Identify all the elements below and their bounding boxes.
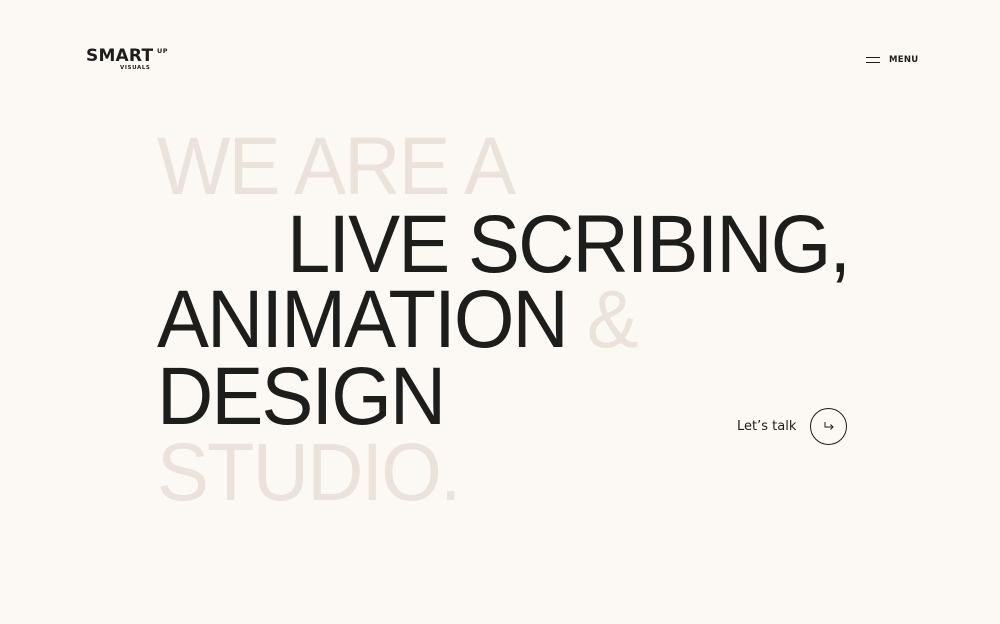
hero-ampersand: &	[586, 274, 639, 365]
hero-line-studio: STUDIO.	[157, 427, 462, 518]
hero-line-animation: ANIMATION &	[157, 279, 639, 361]
lets-talk-circle[interactable]	[810, 407, 848, 445]
site-logo[interactable]: SMART UP VISUALS	[86, 47, 176, 75]
hero-line-we-are-a: WE ARE A	[157, 121, 516, 212]
hero-line-design: DESIGN	[157, 351, 446, 442]
logo-superscript: UP	[157, 47, 169, 55]
lets-talk-label: Let’s talk	[737, 418, 797, 434]
hamburger-icon	[866, 57, 880, 63]
logo-subtitle: VISUALS	[120, 65, 151, 71]
page: SMART UP VISUALS MENU WE ARE A LIVE SCRI…	[0, 0, 1000, 624]
menu-label: MENU	[889, 55, 919, 65]
lets-talk-button[interactable]: Let’s talk	[737, 407, 848, 445]
logo-wordmark: SMART	[86, 46, 154, 66]
menu-button[interactable]: MENU	[866, 52, 918, 68]
arrow-return-right-icon	[824, 422, 834, 430]
